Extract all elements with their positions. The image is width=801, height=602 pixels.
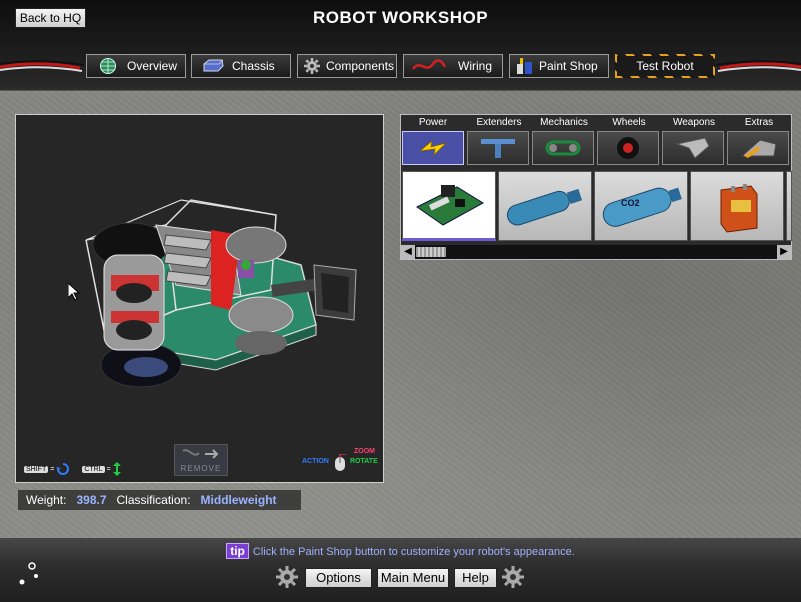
remove-label: REMOVE [180, 464, 222, 473]
category-label-extenders: Extenders [476, 117, 522, 128]
page-title: ROBOT WORKSHOP [312, 8, 489, 27]
tab-label: Wiring [458, 59, 493, 73]
left-cog-icon [276, 566, 298, 588]
shift-key: SHIFT [24, 465, 49, 473]
mouse-cursor-icon [68, 283, 80, 301]
remove-arrow-icon [182, 449, 219, 459]
equals-sign: = [50, 465, 55, 473]
mouse-hints: ZOOM ACTION ROTATE [302, 446, 382, 474]
ctrl-key: CTRL [82, 465, 105, 473]
part-gas-tank[interactable] [498, 171, 592, 241]
co2-label: CO2 [621, 198, 640, 208]
part-power-cell[interactable] [690, 171, 784, 241]
part-overflow-edge [786, 171, 792, 241]
help-button[interactable]: Help [454, 568, 497, 588]
tab-label: Paint Shop [539, 59, 598, 73]
robot-stats-bar: Weight: 398.7 Classification: Middleweig… [18, 490, 301, 510]
tab-wiring[interactable]: Wiring [403, 54, 503, 78]
tab-label: Overview [127, 59, 178, 73]
remove-button[interactable]: REMOVE [174, 444, 228, 476]
classification-value: Middleweight [200, 493, 277, 507]
category-wheels-button[interactable] [597, 131, 659, 165]
tab-overview[interactable]: Overview [86, 54, 186, 78]
wheel-icon [617, 137, 639, 159]
scroll-left-arrow-icon[interactable]: ◀ [401, 245, 415, 259]
category-extras-button[interactable] [727, 131, 789, 165]
category-label-extras: Extras [744, 117, 774, 128]
equals-sign: = [106, 465, 111, 473]
category-power-button[interactable] [402, 131, 464, 165]
back-to-hq-button[interactable]: Back to HQ [15, 8, 86, 28]
tab-paint-shop[interactable]: Paint Shop [509, 54, 609, 78]
chain-drive-icon [545, 140, 581, 156]
parts-panel: Power Extenders Mechanics Wheels Weapons… [400, 114, 792, 260]
tip-badge: tip [226, 543, 249, 559]
circuit-board-image [416, 185, 484, 226]
classification-label: Classification: [116, 493, 191, 507]
category-weapons-button[interactable] [662, 131, 724, 165]
category-label-mechanics: Mechanics [540, 117, 588, 128]
part-circuit-board[interactable] [402, 171, 496, 241]
action-label: ACTION [302, 458, 329, 465]
tab-test-robot[interactable]: Test Robot [615, 54, 715, 78]
options-button[interactable]: Options [305, 568, 372, 588]
keyboard-hints: SHIFT = CTRL = [24, 462, 121, 476]
wedge-icon [740, 139, 777, 158]
vertical-move-icon [112, 462, 121, 476]
tab-components[interactable]: Components [297, 54, 397, 78]
sparkle-icon [19, 562, 38, 585]
main-menu-button[interactable]: Main Menu [377, 568, 449, 588]
wire-icon [412, 57, 446, 75]
tab-label: Components [326, 59, 395, 73]
part-co2-tank[interactable]: CO2 [594, 171, 688, 241]
robot-3d-viewport[interactable]: REMOVE SHIFT = CTRL = ZOOM ACTION ROTATE [15, 114, 384, 483]
t-beam-icon [481, 139, 515, 158]
category-label-wheels: Wheels [612, 117, 646, 128]
tab-label: Test Robot [636, 59, 694, 73]
power-cell-image [720, 184, 758, 233]
parts-scrollbar[interactable]: ◀ ▶ [401, 245, 791, 259]
category-mechanics-button[interactable] [532, 131, 594, 165]
gas-tank-image [506, 188, 583, 226]
weight-label: Weight: [26, 493, 67, 507]
gear-icon [304, 57, 320, 75]
lightning-icon [418, 140, 448, 157]
chassis-icon [200, 57, 226, 75]
tip-line: tip Click the Paint Shop button to custom… [0, 543, 801, 559]
right-cog-icon [502, 566, 524, 588]
scrollbar-thumb[interactable] [416, 247, 446, 257]
mouse-icon [335, 454, 346, 471]
category-extenders-button[interactable] [467, 131, 529, 165]
category-label-weapons: Weapons [672, 117, 716, 128]
weight-value: 398.7 [76, 493, 107, 507]
blade-icon [675, 137, 710, 159]
scroll-right-arrow-icon[interactable]: ▶ [777, 245, 791, 259]
category-label-power: Power [418, 117, 448, 128]
tip-text: Click the Paint Shop button to customize… [252, 546, 575, 558]
tab-chassis[interactable]: Chassis [191, 54, 291, 78]
zoom-label: ZOOM [354, 448, 375, 455]
rotate-icon [56, 463, 70, 475]
rotate-label: ROTATE [350, 458, 378, 465]
globe-icon [95, 57, 121, 75]
paint-cans-icon [516, 57, 534, 75]
co2-tank-image [602, 187, 682, 227]
tab-label: Chassis [232, 59, 275, 73]
